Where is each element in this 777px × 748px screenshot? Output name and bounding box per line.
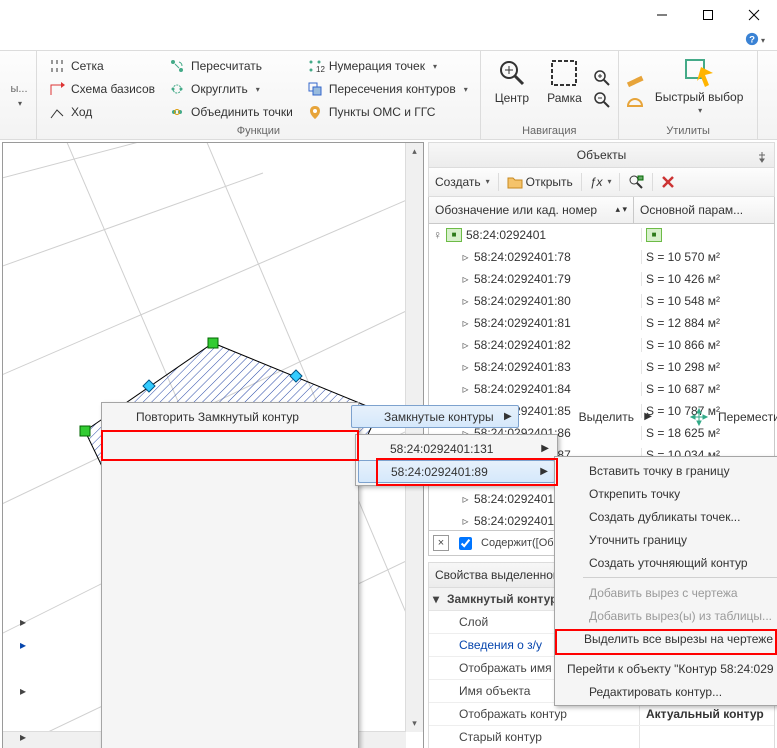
omspoints-button[interactable]: Пункты ОМС и ГГС [303, 101, 472, 123]
recalc-button[interactable]: Пересчитать [165, 55, 297, 77]
move-icon [49, 104, 65, 120]
mi-add-cut-table: Добавить вырез(ы) из таблицы... [557, 604, 777, 627]
grid-icon [49, 58, 65, 74]
tree-row[interactable]: ▹58:24:0292401:81S = 12 884 м² [429, 312, 774, 334]
context-menu-main: Повторить Замкнутый контур Замкнутые кон… [101, 402, 359, 748]
mi-repeat[interactable]: Повторить Замкнутый контур [104, 405, 323, 428]
move-button[interactable]: Ход [45, 101, 159, 123]
help-icon[interactable]: ? [745, 32, 759, 49]
intersections-button[interactable]: Пересечения контуров▾ [303, 78, 472, 100]
prop-row[interactable]: Отображать контурАктуальный контур [429, 703, 774, 726]
help-dropdown[interactable]: ▾ [761, 36, 765, 45]
merge-icon [169, 104, 185, 120]
tree-row[interactable]: ▹58:24:0292401:80S = 10 548 м² [429, 290, 774, 312]
context-menu-sub2: Вставить точку в границу Открепить точку… [554, 456, 777, 706]
group-nav-label: Навигация [489, 123, 610, 139]
mi-add-cut-drawing: Добавить вырез с чертежа [557, 581, 777, 604]
tree-row[interactable]: ▹58:24:0292401:83S = 10 298 м² [429, 356, 774, 378]
zoom-in-icon[interactable] [594, 70, 610, 86]
quickselect-icon [683, 57, 715, 89]
col-param[interactable]: Основной парам... [634, 197, 774, 223]
group-functions-label: Функции [45, 123, 472, 139]
mi-edit-contour[interactable]: Редактировать контур... [557, 680, 777, 703]
close-button[interactable] [731, 0, 777, 30]
tree-row[interactable]: ▹58:24:0292401:82S = 10 866 м² [429, 334, 774, 356]
center-icon [496, 57, 528, 89]
maximize-button[interactable] [685, 0, 731, 30]
mi-contour-89[interactable]: 58:24:0292401:89▶ [358, 460, 555, 483]
round-icon [169, 81, 185, 97]
center-button[interactable]: Центр [489, 53, 535, 123]
basis-icon [49, 81, 65, 97]
folder-icon [507, 175, 523, 189]
objects-panel-title: Объекты [428, 142, 775, 168]
mi-refine-boundary[interactable]: Уточнить границу [557, 528, 777, 551]
prop-row[interactable]: ▸Старый контур [429, 726, 774, 748]
numbering-icon: 12 [307, 58, 323, 74]
recalc-icon [169, 58, 185, 74]
mi-select-all-cuts[interactable]: Выделить все вырезы на чертеже [557, 627, 777, 650]
open-button[interactable]: Открыть [507, 175, 573, 189]
minimize-button[interactable] [639, 0, 685, 30]
round-button[interactable]: Округлить▾ [165, 78, 297, 100]
intersections-icon [307, 81, 323, 97]
frame-icon [548, 57, 580, 89]
mi-select[interactable]: Выделить▶ [547, 405, 658, 428]
grid-button[interactable]: Сетка [45, 55, 159, 77]
filter-checkbox[interactable] [459, 537, 472, 550]
ribbon-prev-label: ы... [10, 83, 27, 95]
create-dropdown[interactable]: Создать▾ [435, 175, 490, 189]
tree-row[interactable]: ▹58:24:0292401:79S = 10 426 м² [429, 268, 774, 290]
parcel-icon: ■ [646, 228, 662, 242]
merge-button[interactable]: Объединить точки [165, 101, 297, 123]
mi-duplicate-points[interactable]: Создать дубликаты точек... [557, 505, 777, 528]
oms-icon [307, 104, 323, 120]
tree-row[interactable]: ▹58:24:0292401:84S = 10 687 м² [429, 378, 774, 400]
mi-goto-object[interactable]: Перейти к объекту "Контур 58:24:029 [557, 657, 777, 680]
numbering-button[interactable]: 12Нумерация точек▾ [303, 55, 472, 77]
move-icon [688, 406, 710, 428]
mi-create-refining[interactable]: Создать уточняющий контур [557, 551, 777, 574]
svg-text:?: ? [749, 34, 755, 45]
parcel-icon: ■ [446, 228, 462, 242]
delete-button[interactable] [661, 175, 675, 189]
context-menu-sub1: 58:24:0292401:131▶ 58:24:0292401:89▶ [355, 434, 558, 486]
mi-detach-point[interactable]: Открепить точку [557, 482, 777, 505]
tree-parent-row[interactable]: ♀■58:24:0292401 ■ [429, 224, 774, 246]
tree-row[interactable]: ▹58:24:0292401:78S = 10 570 м² [429, 246, 774, 268]
col-name[interactable]: Обозначение или кад. номер▴ ▾ [429, 197, 634, 223]
fx-button[interactable]: ƒx▾ [590, 175, 612, 189]
mi-move[interactable]: Переместить [686, 405, 777, 428]
group-util-label: Утилиты [627, 123, 750, 139]
mi-insert-point[interactable]: Вставить точку в границу [557, 459, 777, 482]
quickselect-button[interactable]: Быстрый выбор ▾ [649, 53, 750, 123]
mi-closed-contours[interactable]: Замкнутые контуры▶ [351, 405, 519, 428]
ruler-icon[interactable] [627, 70, 643, 86]
zoom-out-icon[interactable] [594, 92, 610, 108]
ribbon-scroll-icon[interactable]: ▾ [18, 99, 22, 108]
basis-button[interactable]: Схема базисов [45, 78, 159, 100]
pin-icon[interactable] [756, 147, 768, 171]
frame-button[interactable]: Рамка [541, 53, 588, 123]
protractor-icon[interactable] [627, 92, 643, 108]
tool-button[interactable] [628, 174, 644, 190]
close-filter-icon[interactable]: × [433, 535, 449, 551]
svg-text:12: 12 [316, 65, 325, 74]
mi-contour-131[interactable]: 58:24:0292401:131▶ [358, 437, 555, 460]
